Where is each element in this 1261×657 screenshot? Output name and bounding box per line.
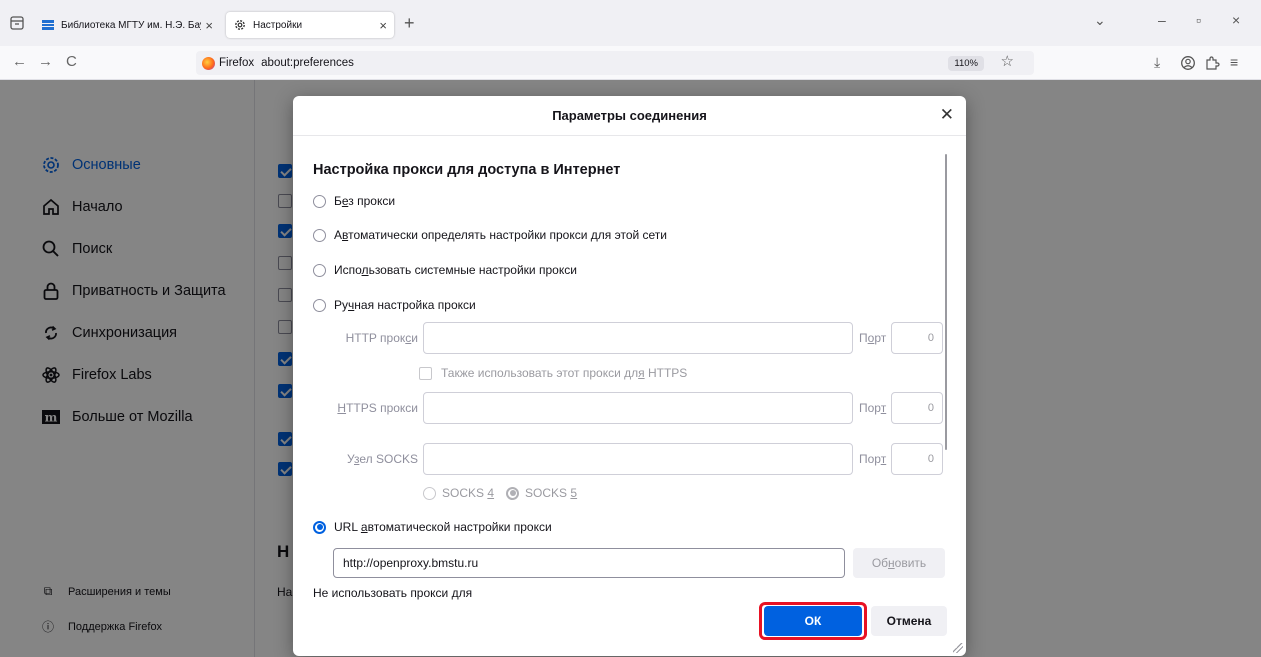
- radio-indicator[interactable]: [313, 228, 326, 242]
- close-icon[interactable]: ✕: [940, 105, 954, 125]
- tab-strip: Библиотека МГТУ им. Н.Э. Бау × Настройки…: [0, 0, 1261, 46]
- radio-no-proxy[interactable]: Без прокси: [313, 194, 395, 208]
- auto-config-url-input[interactable]: http://openproxy.bmstu.ru: [333, 548, 845, 578]
- identity-label: Firefox: [219, 57, 255, 69]
- resize-grip-icon[interactable]: [953, 643, 963, 653]
- gear-favicon-icon: [235, 20, 245, 30]
- http-proxy-label: HTTP прокси: [345, 331, 418, 345]
- socks-host-label: Узел SOCKS: [347, 452, 418, 466]
- socks-port-input[interactable]: 0: [891, 443, 943, 475]
- also-https-label: Также использовать этот прокси для HTTPS: [441, 366, 688, 380]
- tab-library[interactable]: Библиотека МГТУ им. Н.Э. Бау ×: [34, 12, 220, 38]
- http-proxy-input[interactable]: [423, 322, 853, 354]
- radio-indicator[interactable]: [313, 263, 326, 277]
- section-heading: Настройка прокси для доступа в Интернет: [313, 162, 621, 178]
- connection-settings-dialog: Параметры соединения ✕ Настройка прокси …: [293, 96, 966, 656]
- radio-label: Ручная настройка прокси: [334, 298, 476, 312]
- account-icon[interactable]: [1180, 55, 1196, 71]
- radio-socks5[interactable]: [506, 486, 520, 500]
- bookmark-star-icon[interactable]: ☆: [1001, 52, 1014, 70]
- restore-button[interactable]: ▫: [1196, 12, 1201, 28]
- https-port-input[interactable]: 0: [891, 392, 943, 424]
- no-proxy-label: Не использовать прокси для: [313, 586, 473, 600]
- url-text: about:preferences: [261, 57, 354, 69]
- extensions-icon[interactable]: [1204, 55, 1220, 71]
- radio-auto-detect[interactable]: Автоматически определять настройки прокс…: [313, 228, 667, 242]
- radio-socks4[interactable]: [423, 486, 436, 500]
- socks-version-row: SOCKS 4 SOCKS 5: [423, 486, 589, 500]
- list-all-tabs-icon[interactable]: ⌄: [1094, 12, 1106, 29]
- radio-indicator[interactable]: [313, 520, 326, 534]
- cancel-button[interactable]: Отмена: [871, 606, 947, 636]
- tab-title: Настройки: [253, 19, 303, 31]
- nav-bar: ← → C Firefox about:preferences 110% ☆ ⤓…: [0, 46, 1261, 80]
- https-proxy-label: HTTPS прокси: [337, 401, 418, 415]
- http-port-input[interactable]: 0: [891, 322, 943, 354]
- identity-box[interactable]: Firefox: [202, 56, 255, 70]
- radio-label: Без прокси: [334, 194, 396, 208]
- also-https-checkbox-row[interactable]: Также использовать этот прокси для HTTPS: [419, 366, 687, 380]
- reload-button[interactable]: C: [66, 53, 77, 71]
- socks4-label: SOCKS 4: [442, 486, 495, 500]
- socks-host-input[interactable]: [423, 443, 853, 475]
- close-tab-icon[interactable]: ×: [379, 18, 387, 33]
- radio-label: Автоматически определять настройки прокс…: [334, 228, 668, 242]
- ok-button[interactable]: ОК: [764, 606, 862, 636]
- reload-pac-button[interactable]: Обновить: [853, 548, 945, 578]
- http-proxy-row: HTTP прокси Порт 0: [293, 322, 966, 354]
- socks5-label: SOCKS 5: [525, 486, 578, 500]
- window-close-button[interactable]: ×: [1232, 12, 1240, 28]
- radio-system-proxy[interactable]: Использовать системные настройки прокси: [313, 263, 577, 277]
- also-https-checkbox[interactable]: [419, 366, 432, 380]
- menu-icon[interactable]: ≡: [1230, 53, 1238, 71]
- tab-settings[interactable]: Настройки ×: [226, 12, 394, 38]
- tab-title: Библиотека МГТУ им. Н.Э. Бау: [61, 19, 202, 31]
- close-tab-icon[interactable]: ×: [205, 18, 213, 33]
- https-proxy-input[interactable]: [423, 392, 853, 424]
- radio-auto-config-url[interactable]: URL автоматической настройки прокси: [313, 520, 552, 534]
- downloads-icon[interactable]: ⤓: [1154, 53, 1160, 71]
- socks-host-row: Узел SOCKS Порт 0: [293, 443, 966, 475]
- dialog-body: Настройка прокси для доступа в Интернет …: [293, 136, 966, 656]
- minimize-button[interactable]: –: [1158, 12, 1166, 28]
- radio-indicator[interactable]: [313, 298, 326, 312]
- radio-label: Использовать системные настройки прокси: [334, 263, 577, 277]
- firefox-logo-icon: [202, 56, 215, 70]
- back-button[interactable]: ←: [12, 53, 27, 71]
- library-favicon-icon: [42, 20, 54, 30]
- auto-config-url-row: http://openproxy.bmstu.ru Обновить: [333, 548, 953, 582]
- firefox-view-icon[interactable]: [8, 14, 26, 32]
- forward-button[interactable]: →: [38, 53, 53, 71]
- zoom-indicator[interactable]: 110%: [948, 56, 984, 71]
- https-port-label: Порт: [859, 401, 887, 415]
- radio-manual-proxy[interactable]: Ручная настройка прокси: [313, 298, 476, 312]
- radio-indicator[interactable]: [313, 194, 326, 208]
- https-proxy-row: HTTPS прокси Порт 0: [293, 392, 966, 424]
- new-tab-button[interactable]: +: [404, 13, 415, 33]
- socks-port-label: Порт: [859, 452, 887, 466]
- url-bar[interactable]: Firefox about:preferences 110% ☆: [196, 51, 1034, 75]
- radio-label: URL автоматической настройки прокси: [334, 520, 552, 534]
- http-port-label: Порт: [859, 331, 887, 345]
- dialog-title: Параметры соединения: [293, 96, 966, 136]
